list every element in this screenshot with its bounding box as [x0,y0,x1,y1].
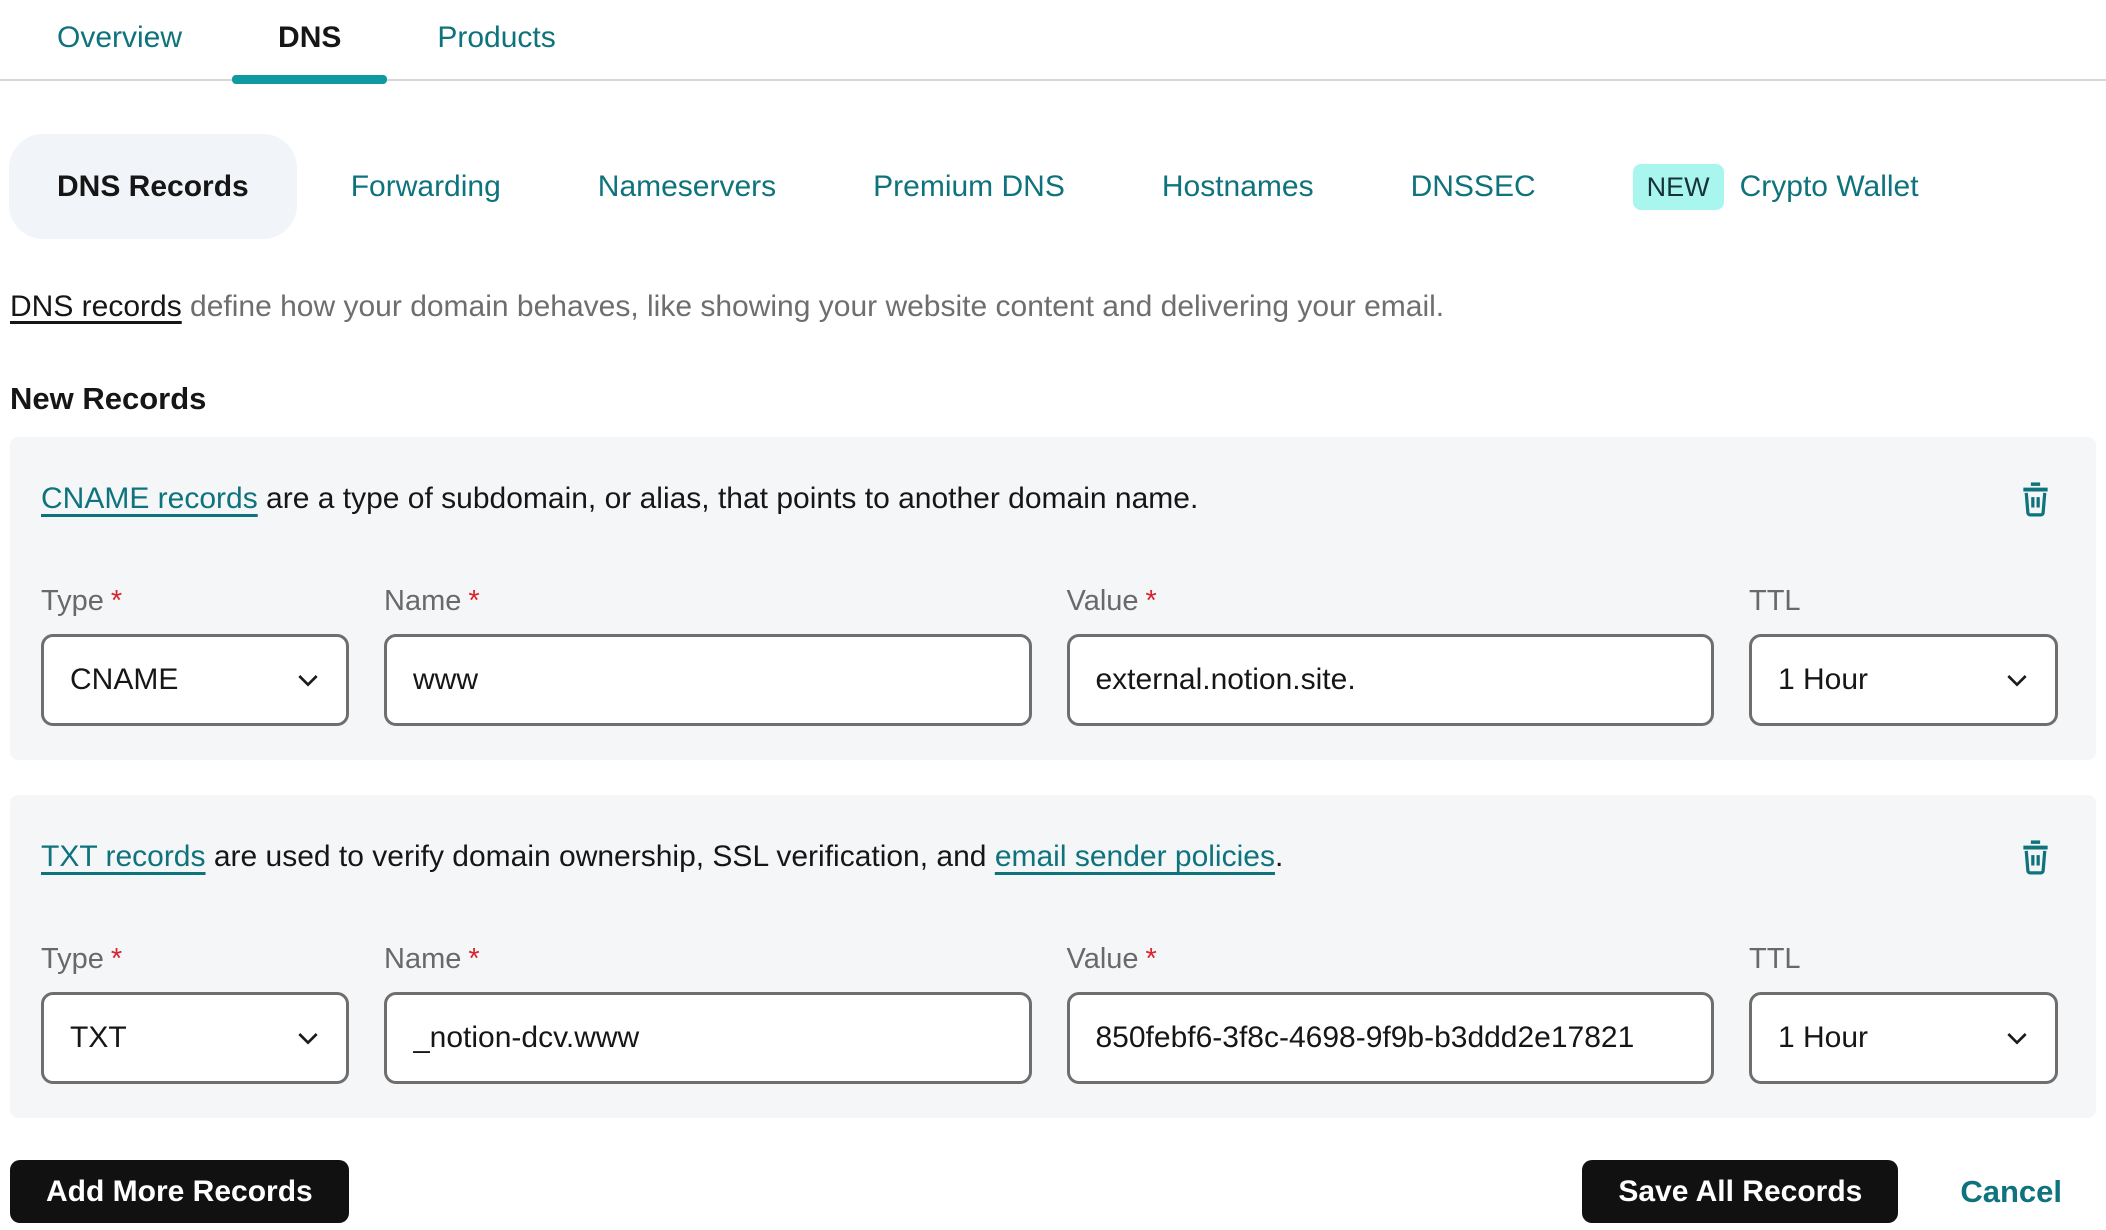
save-all-records-button[interactable]: Save All Records [1582,1160,1899,1223]
value-label: Value * [1066,943,1157,975]
tab-overview[interactable]: Overview [9,3,230,79]
new-records-heading: New Records [10,381,207,416]
name-label: Name * [384,943,480,975]
subtab-premium-dns[interactable]: Premium DNS [873,170,1065,204]
add-more-records-button[interactable]: Add More Records [10,1160,349,1223]
required-mark: * [468,585,480,617]
ttl-label: TTL [1749,943,1801,975]
required-mark: * [110,585,123,617]
subtab-dnssec[interactable]: DNSSEC [1411,170,1536,204]
subtab-nameservers[interactable]: Nameservers [598,170,776,204]
ttl-select[interactable]: 1 Hour [1749,992,2058,1084]
type-select-value: CNAME [70,663,179,696]
ttl-select-value: 1 Hour [1778,1021,1869,1054]
dns-subtab-bar: DNS Records Forwarding Nameservers Premi… [9,134,2106,239]
top-tab-bar: Overview DNS Products [0,0,2106,84]
cancel-link[interactable]: Cancel [1960,1174,2062,1210]
chevron-down-icon [2007,675,2027,687]
dns-description: DNS records define how your domain behav… [10,289,2096,325]
subtab-crypto-wallet[interactable]: NEW Crypto Wallet [1632,163,1919,210]
type-label: Type * [41,585,123,617]
type-label: Type * [41,943,123,975]
required-mark: * [1145,585,1157,617]
value-input[interactable] [1066,634,1714,726]
trash-icon [2023,482,2048,517]
ttl-select-value: 1 Hour [1778,663,1869,696]
delete-record-button[interactable] [2017,479,2054,521]
required-mark: * [110,943,123,975]
cname-records-link[interactable]: CNAME records [41,482,258,515]
dns-records-help-link[interactable]: DNS records [10,290,182,323]
tab-products[interactable]: Products [389,3,603,79]
record-card-txt: TXT records are used to verify domain ow… [10,795,2096,1118]
chevron-down-icon [298,1033,318,1045]
dns-description-text: define how your domain behaves, like sho… [181,290,1445,323]
subtab-dns-records[interactable]: DNS Records [9,134,297,239]
subtab-hostnames[interactable]: Hostnames [1162,170,1314,204]
delete-record-button[interactable] [2017,837,2054,879]
type-select[interactable]: TXT [41,992,349,1084]
type-select-value: TXT [70,1021,127,1054]
chevron-down-icon [298,675,318,687]
record-intro: CNAME records are a type of subdomain, o… [41,482,1199,515]
chevron-down-icon [2007,1033,2027,1045]
record-intro: TXT records are used to verify domain ow… [41,840,1284,873]
tab-dns[interactable]: DNS [230,3,389,84]
txt-records-link[interactable]: TXT records [41,840,206,873]
required-mark: * [1145,943,1157,975]
email-sender-policies-link[interactable]: email sender policies [995,840,1275,873]
type-select[interactable]: CNAME [41,634,349,726]
footer-actions: Add More Records Save All Records Cancel [10,1160,2096,1223]
name-label: Name * [384,585,480,617]
new-badge: NEW [1632,163,1724,210]
ttl-label: TTL [1749,585,1801,617]
subtab-crypto-wallet-label: Crypto Wallet [1739,169,1919,203]
name-input[interactable] [384,634,1032,726]
value-input[interactable] [1066,992,1714,1084]
ttl-select[interactable]: 1 Hour [1749,634,2058,726]
value-label: Value * [1066,585,1157,617]
record-card-cname: CNAME records are a type of subdomain, o… [10,437,2096,760]
trash-icon [2023,840,2048,875]
required-mark: * [468,943,480,975]
name-input[interactable] [384,992,1032,1084]
subtab-forwarding[interactable]: Forwarding [351,170,501,204]
